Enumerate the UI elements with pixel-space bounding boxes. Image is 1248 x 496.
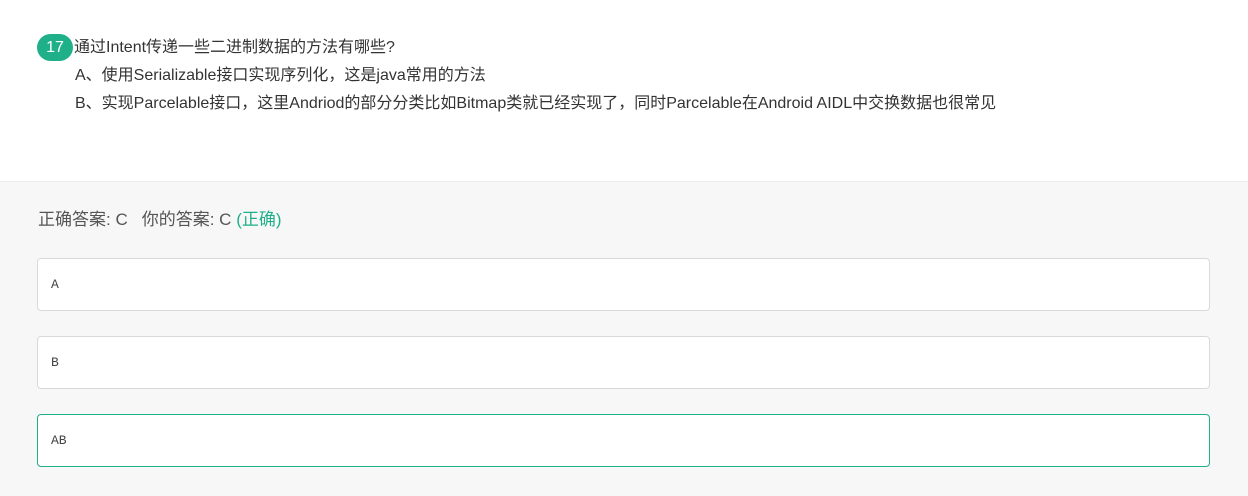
question-number-badge: 17	[37, 34, 73, 61]
option-ab[interactable]: AB	[37, 414, 1210, 467]
option-ab-label: AB	[51, 433, 67, 448]
option-b[interactable]: B	[37, 336, 1210, 389]
correct-answer-label: 正确答案: C	[38, 210, 128, 229]
question-section: 17 通过Intent传递一些二进制数据的方法有哪些? A、使用Serializ…	[0, 0, 1248, 182]
option-b-label: B	[51, 355, 59, 370]
answer-summary: 正确答案: C 你的答案: C (正确)	[38, 209, 282, 231]
answer-section: 正确答案: C 你的答案: C (正确) A B AB	[0, 182, 1248, 496]
your-answer-label: 你的答案: C	[141, 210, 232, 229]
question-header: 17 通过Intent传递一些二进制数据的方法有哪些?	[37, 34, 395, 61]
question-title: 通过Intent传递一些二进制数据的方法有哪些?	[74, 39, 395, 56]
option-a[interactable]: A	[37, 258, 1210, 311]
answer-status: (正确)	[236, 210, 282, 229]
question-line-b: B、实现Parcelable接口，这里Andriod的部分分类比如Bitmap类…	[75, 95, 997, 112]
option-a-label: A	[51, 277, 59, 292]
question-line-a: A、使用Serializable接口实现序列化，这是java常用的方法	[75, 67, 486, 84]
